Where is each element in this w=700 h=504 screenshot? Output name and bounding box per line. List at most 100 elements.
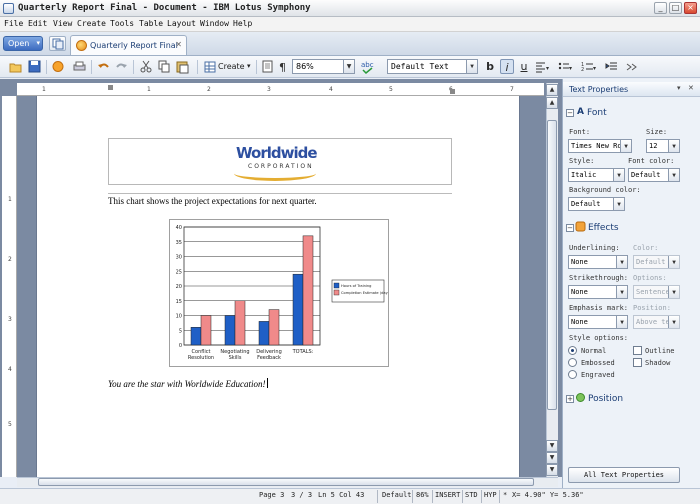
- font-section-title[interactable]: Font: [587, 108, 607, 118]
- menu-help[interactable]: Help: [233, 19, 252, 28]
- vertical-scroll-thumb[interactable]: [547, 120, 557, 410]
- redo-button[interactable]: [114, 59, 129, 74]
- outline-checkbox[interactable]: [633, 346, 642, 355]
- status-page: Page 3: [259, 491, 285, 499]
- bold-button[interactable]: b: [483, 59, 497, 74]
- engraved-radio[interactable]: [568, 370, 577, 379]
- chevron-down-icon[interactable]: ▼: [668, 140, 679, 152]
- collapse-font-icon[interactable]: −: [566, 109, 574, 117]
- chevron-down-icon[interactable]: ▼: [613, 198, 624, 210]
- horizontal-ruler[interactable]: 1 1 2 3 4 5 6 7: [17, 83, 544, 96]
- closing-paragraph[interactable]: You are the star with Worldwide Educatio…: [108, 378, 268, 389]
- close-tab-icon[interactable]: ✕: [175, 40, 182, 49]
- menu-file[interactable]: File: [4, 19, 23, 28]
- status-style[interactable]: Default: [382, 491, 412, 499]
- chevron-down-icon[interactable]: ▼: [466, 60, 477, 73]
- chevron-down-icon[interactable]: ▼: [668, 316, 679, 328]
- home-tab-button[interactable]: [49, 36, 66, 51]
- chevron-down-icon[interactable]: ▼: [668, 256, 679, 268]
- paragraph-style-select[interactable]: Default Text ▼: [387, 59, 478, 74]
- menu-edit[interactable]: Edit: [28, 19, 47, 28]
- menu-table[interactable]: Table: [139, 19, 163, 28]
- effects-section-title[interactable]: Effects: [588, 223, 619, 233]
- shadow-checkbox[interactable]: [633, 358, 642, 367]
- horizontal-scroll-thumb[interactable]: [38, 478, 534, 486]
- embossed-radio[interactable]: [568, 358, 577, 367]
- chevron-down-icon[interactable]: ▼: [616, 256, 627, 268]
- paste-button[interactable]: [175, 59, 190, 74]
- underlining-field[interactable]: None ▼: [568, 255, 628, 269]
- menu-tools[interactable]: Tools: [110, 19, 134, 28]
- align-button[interactable]: ▾: [534, 59, 549, 74]
- intro-paragraph[interactable]: This chart shows the project expectation…: [108, 196, 317, 206]
- font-color-field[interactable]: Default ▼: [628, 168, 680, 182]
- page-up-button[interactable]: ▲: [546, 97, 558, 109]
- scroll-up-button[interactable]: ▲: [546, 84, 558, 96]
- menu-view[interactable]: View: [53, 19, 72, 28]
- company-logo[interactable]: Worldwide CORPORATION: [234, 142, 318, 182]
- emphasis-position-field[interactable]: Above text ▼: [633, 315, 680, 329]
- status-insert-mode[interactable]: INSERT: [435, 491, 460, 499]
- indent-marker[interactable]: [450, 89, 455, 94]
- zoom-select[interactable]: 86% ▼: [292, 59, 355, 74]
- tab-quarterly-report[interactable]: Quarterly Report Final ✕: [70, 35, 187, 55]
- cut-button[interactable]: [139, 59, 154, 74]
- collapse-effects-icon[interactable]: −: [566, 224, 574, 232]
- bg-color-field[interactable]: Default ▼: [568, 197, 625, 211]
- status-hyphenation[interactable]: HYP: [484, 491, 497, 499]
- chart-frame[interactable]: 0 5 10 15 20 25 30 35 40 Conflict Resolution Negoti…: [169, 219, 392, 367]
- close-button[interactable]: ×: [684, 2, 697, 14]
- page-down-button[interactable]: ▼: [546, 440, 558, 452]
- chevron-down-icon[interactable]: ▼: [616, 316, 627, 328]
- status-zoom[interactable]: 86%: [416, 491, 429, 499]
- open-folder-button[interactable]: [8, 59, 23, 74]
- numbering-button[interactable]: 1 2 ▾: [581, 59, 596, 74]
- font-size-field[interactable]: 12 ▼: [646, 139, 680, 153]
- y-tick-label: 5: [179, 328, 182, 334]
- all-text-properties-button[interactable]: All Text Properties: [568, 467, 680, 483]
- menu-window[interactable]: Window: [200, 19, 229, 28]
- panel-close-icon[interactable]: ✕: [688, 84, 694, 92]
- underline-button[interactable]: u: [517, 59, 531, 74]
- more-button[interactable]: [624, 59, 639, 74]
- title-bar[interactable]: Quarterly Report Final - Document - IBM …: [0, 0, 700, 17]
- chevron-down-icon[interactable]: ▼: [668, 286, 679, 298]
- export-button[interactable]: [51, 59, 66, 74]
- strikethrough-field[interactable]: None ▼: [568, 285, 628, 299]
- formatting-marks-button[interactable]: ¶: [276, 59, 291, 74]
- indent-marker[interactable]: [108, 85, 113, 90]
- position-section-title[interactable]: Position: [588, 394, 623, 404]
- vertical-ruler[interactable]: 1 2 3 4 5: [2, 96, 17, 477]
- expand-position-icon[interactable]: +: [566, 395, 574, 403]
- emphasis-field[interactable]: None ▼: [568, 315, 628, 329]
- create-button[interactable]: Create ▾: [204, 59, 254, 74]
- chevron-down-icon[interactable]: ▼: [668, 169, 679, 181]
- panel-menu-icon[interactable]: ▾: [677, 84, 681, 92]
- print-button[interactable]: [72, 59, 87, 74]
- status-selection-mode[interactable]: STD: [465, 491, 478, 499]
- underline-color-field[interactable]: Default ▼: [633, 255, 680, 269]
- menu-create[interactable]: Create: [77, 19, 106, 28]
- options-field[interactable]: Sentence ▼: [633, 285, 680, 299]
- bullets-button[interactable]: ▾: [557, 59, 572, 74]
- font-name-field[interactable]: Times New Roman ▼: [568, 139, 632, 153]
- font-style-field[interactable]: Italic ▼: [568, 168, 625, 182]
- chevron-down-icon[interactable]: ▼: [616, 286, 627, 298]
- chevron-down-icon[interactable]: ▼: [620, 140, 631, 152]
- open-button[interactable]: Open ▾: [3, 36, 43, 51]
- scroll-down-button[interactable]: ▼: [546, 452, 558, 464]
- normal-radio[interactable]: [568, 346, 577, 355]
- minimize-button[interactable]: _: [654, 2, 667, 14]
- indent-button[interactable]: [604, 59, 619, 74]
- spellcheck-button[interactable]: abc: [360, 59, 375, 74]
- chevron-down-icon[interactable]: ▼: [343, 60, 354, 73]
- maximize-button[interactable]: □: [669, 2, 682, 14]
- italic-button[interactable]: i: [500, 59, 514, 74]
- page-view-button[interactable]: [260, 59, 275, 74]
- next-page-button[interactable]: ▼: [546, 464, 558, 476]
- undo-button[interactable]: [96, 59, 111, 74]
- menu-layout[interactable]: Layout: [167, 19, 196, 28]
- save-button[interactable]: [27, 59, 42, 74]
- chevron-down-icon[interactable]: ▼: [613, 169, 624, 181]
- copy-button[interactable]: [157, 59, 172, 74]
